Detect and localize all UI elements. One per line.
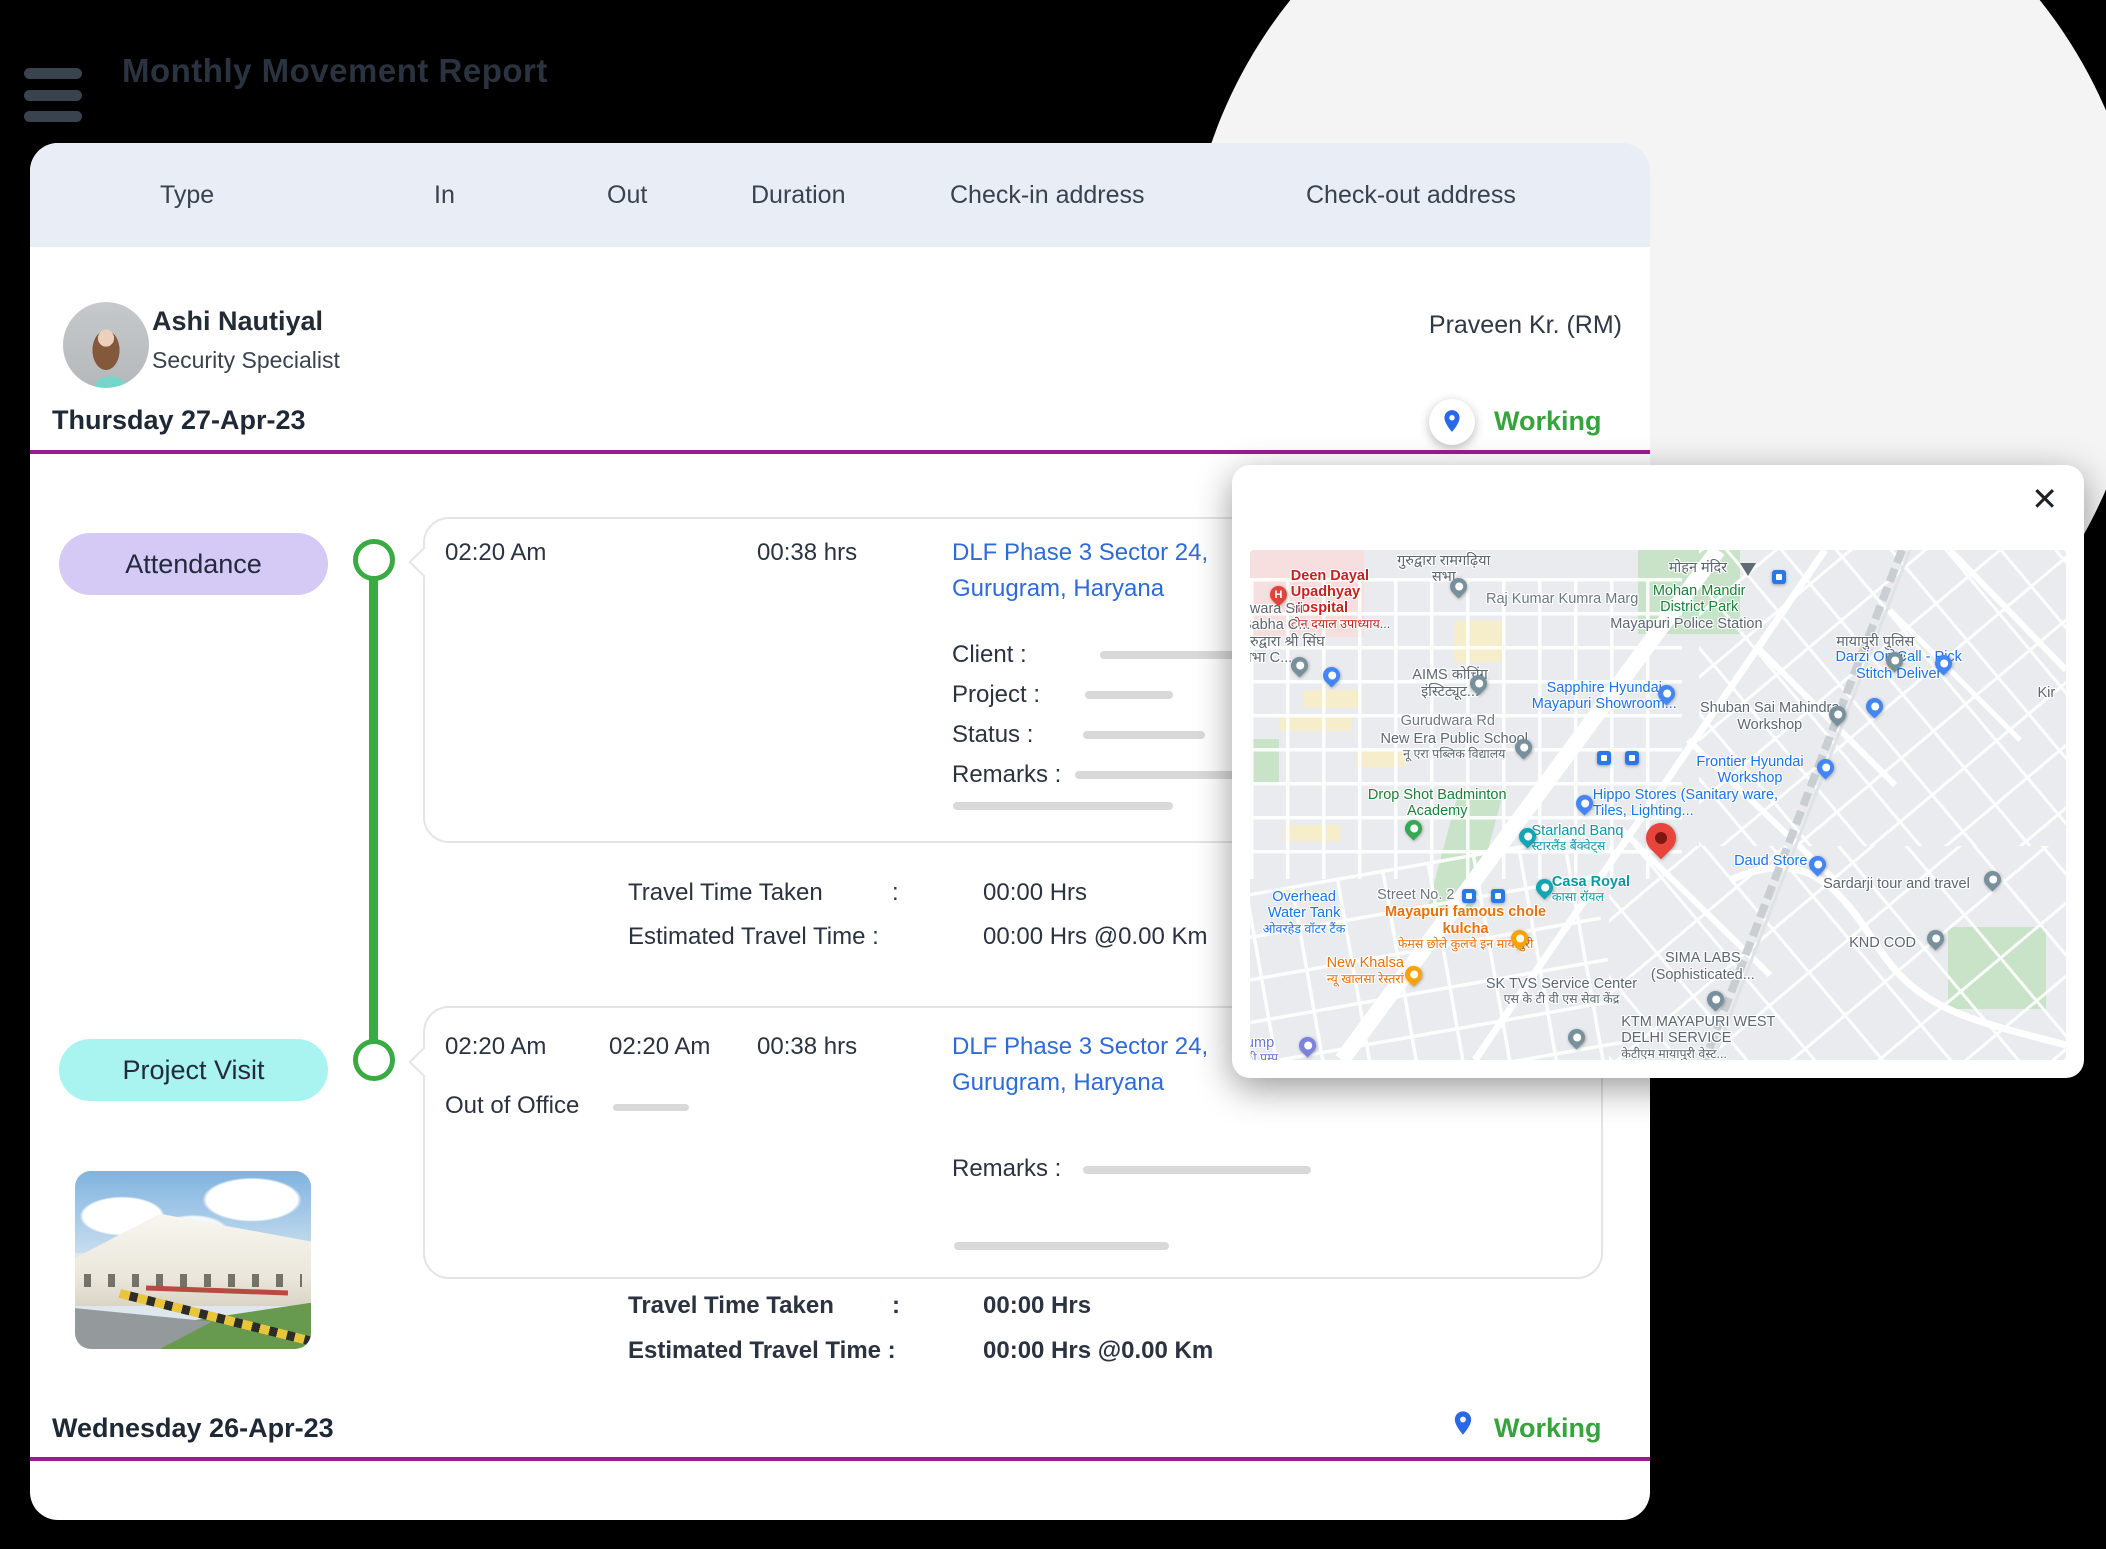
empty-value-bar (954, 1242, 1169, 1250)
map-label: Raj Kumar Kumra Marg (1462, 591, 1662, 607)
map-pin-transit-icon (1491, 889, 1505, 903)
map-label: Street No. 2 (1368, 887, 1463, 903)
map-label: Sardarji tour and travel (1809, 876, 1984, 892)
card-notch (408, 546, 439, 577)
location-pin-button[interactable] (1449, 1409, 1477, 1440)
remarks-label: Remarks : (952, 761, 1061, 789)
map-label: umpी पम्प (1250, 1035, 1291, 1061)
map-label: Drop Shot Badminton Academy (1340, 787, 1535, 819)
client-label: Client : (952, 641, 1027, 669)
map-pin-transit-icon (1625, 751, 1639, 765)
status-badge: Working (1494, 1413, 1602, 1444)
page-background: { "app": { "title": "Monthly Movement Re… (0, 0, 2106, 1549)
avatar (63, 302, 149, 388)
employee-role: Security Specialist (152, 347, 340, 374)
day-date: Wednesday 26-Apr-23 (52, 1413, 334, 1444)
site-photo-thumbnail[interactable] (75, 1171, 311, 1349)
checkin-time: 02:20 Am (445, 1033, 546, 1061)
map-label: Daud Store (1723, 853, 1818, 869)
column-header-checkout-address: Check-out address (1306, 181, 1516, 210)
map-pin-transit-icon (1462, 889, 1476, 903)
project-visit-type-pill: Project Visit (59, 1039, 328, 1101)
empty-value-bar (613, 1104, 689, 1111)
column-header-duration: Duration (751, 181, 846, 210)
duration-value: 00:38 hrs (757, 1033, 857, 1061)
travel-time-taken-value: 00:00 Hrs (983, 879, 1087, 907)
remarks-label: Remarks : (952, 1155, 1061, 1183)
close-icon[interactable]: ✕ (2031, 483, 2058, 515)
map-label: गुरुद्वारा रामगढ़िया सभा (1389, 553, 1499, 585)
table-header: Type In Out Duration Check-in address Ch… (30, 143, 1650, 247)
empty-value-bar (1085, 691, 1173, 699)
map-label: Gurudwara Rd (1393, 713, 1503, 729)
timeline-node-icon (353, 1039, 395, 1081)
empty-value-bar (1083, 731, 1205, 739)
estimated-travel-time-value: 00:00 Hrs @0.00 Km (983, 923, 1207, 951)
map-pin-transit-icon (1772, 570, 1786, 584)
location-pin-button[interactable] (1429, 399, 1475, 445)
checkin-time: 02:20 Am (445, 539, 546, 567)
location-pin-icon (1439, 408, 1465, 437)
column-header-out: Out (607, 181, 647, 210)
page-title: Monthly Movement Report (122, 52, 548, 90)
check-in-address-link[interactable]: DLF Phase 3 Sector 24, Gurugram, Haryana (952, 1029, 1242, 1101)
map-label: Frontier Hyundai Workshop (1682, 754, 1817, 786)
map-label: Kir (2037, 685, 2066, 701)
estimated-travel-time-label: Estimated Travel Time : (628, 923, 879, 951)
checkout-time: 02:20 Am (609, 1033, 710, 1061)
map-label: Mayapuri Police Station (1576, 616, 1796, 632)
empty-value-bar (1083, 1166, 1311, 1174)
duration-value: 00:38 hrs (757, 539, 857, 567)
day-divider (30, 1457, 1650, 1461)
check-in-address-link[interactable]: DLF Phase 3 Sector 24, Gurugram, Haryana (952, 535, 1242, 607)
estimated-travel-time-value: 00:00 Hrs @0.00 Km (983, 1337, 1213, 1365)
status-label: Status : (952, 721, 1033, 749)
map-label: Mohan Mandir District Park (1642, 583, 1757, 615)
column-header-in: In (434, 181, 455, 210)
map-label: KND COD (1838, 935, 1928, 951)
status-badge: Working (1494, 406, 1602, 437)
estimated-travel-time-label: Estimated Travel Time : (628, 1337, 896, 1365)
column-header-checkin-address: Check-in address (950, 181, 1145, 210)
attendance-type-pill: Attendance (59, 533, 328, 595)
map-label: Overhead Water Tankओवरहेड वॉटर टैंक (1254, 889, 1354, 935)
map-popup: ✕ Deen Dayal Upadhyay Hospitalदीन दयाल उ… (1232, 465, 2084, 1078)
map-label: KTM MAYAPURI WEST DELHI SERVICEकेटीएम मा… (1621, 1014, 1816, 1060)
map-label: Starland Banqस्टारलैंड बैंक्वेट्स (1532, 823, 1647, 853)
out-of-office-label: Out of Office (445, 1092, 579, 1120)
map-label: Shuban Sai Mahindra Workshop (1695, 700, 1845, 732)
location-pin-icon (1449, 1425, 1477, 1440)
manager-name: Praveen Kr. (RM) (1429, 311, 1622, 340)
map-label: New Khalsaन्यू खालसा रेस्तरां (1315, 955, 1415, 985)
empty-value-bar (953, 802, 1173, 810)
timeline-connector (369, 579, 378, 1041)
map-label: Hippo Stores (Sanitary ware, Tiles, Ligh… (1593, 787, 1808, 819)
travel-time-taken-label: Travel Time Taken (628, 1292, 834, 1320)
map-label: dwara Sri Sabha C... (1250, 601, 1337, 633)
card-notch (408, 1046, 439, 1077)
map-canvas[interactable]: Deen Dayal Upadhyay Hospitalदीन दयाल उपा… (1250, 550, 2066, 1060)
day-divider (30, 450, 1650, 454)
colon: : (892, 1292, 900, 1320)
travel-time-taken-label: Travel Time Taken (628, 879, 823, 907)
column-header-type: Type (160, 181, 214, 210)
map-pin-marker-icon (1740, 563, 1756, 576)
employee-name: Ashi Nautiyal (152, 306, 323, 337)
colon: : (892, 879, 899, 907)
day-date: Thursday 27-Apr-23 (52, 405, 306, 436)
travel-time-taken-value: 00:00 Hrs (983, 1292, 1091, 1320)
map-label: SIMA LABS (Sophisticated... (1625, 950, 1780, 982)
menu-button[interactable] (24, 68, 82, 122)
timeline-node-icon (353, 539, 395, 581)
map-label: मोहन मंदिर (1658, 560, 1738, 576)
hamburger-icon (24, 68, 82, 79)
project-label: Project : (952, 681, 1040, 709)
map-label: Casa Royalकासा रॉयल (1552, 874, 1647, 904)
map-pin-transit-icon (1597, 751, 1611, 765)
